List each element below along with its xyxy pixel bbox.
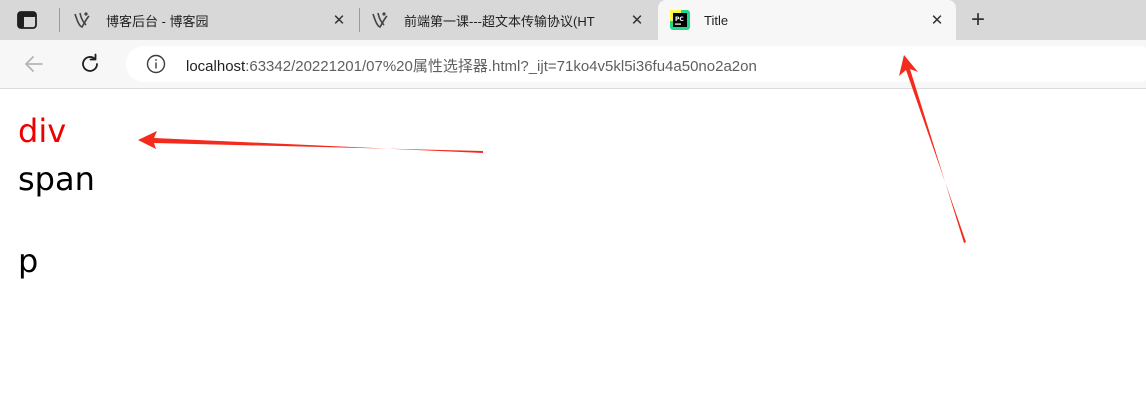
- page-content: div span p: [0, 89, 1146, 415]
- close-tab-icon[interactable]: ✕: [330, 11, 348, 29]
- p-element: p: [18, 242, 39, 280]
- tab-title: Title: [704, 12, 729, 28]
- back-arrow-icon[interactable]: [22, 52, 46, 76]
- tab-blog-admin[interactable]: 博客后台 - 博客园 ✕: [72, 0, 358, 40]
- address-bar[interactable]: localhost:63342/20221201/07%20属性选择器.html…: [126, 46, 1146, 82]
- browser-toolbar: localhost:63342/20221201/07%20属性选择器.html…: [0, 40, 1146, 89]
- reload-icon[interactable]: [78, 52, 102, 76]
- close-tab-icon[interactable]: ✕: [928, 11, 946, 29]
- tab-http-lesson[interactable]: 前端第一课---超文本传输协议(HT ✕: [370, 0, 656, 40]
- svg-text:PC: PC: [675, 16, 684, 23]
- tab-strip: 博客后台 - 博客园 ✕ 前端第一课---超文本传输协议(HT ✕ PC Tit…: [0, 0, 1146, 40]
- div-element: div: [18, 112, 67, 150]
- tab-title-page[interactable]: PC Title ✕: [658, 0, 956, 40]
- pycharm-icon: PC: [670, 10, 690, 30]
- site-info-icon[interactable]: [146, 54, 166, 74]
- url-host: localhost: [186, 58, 246, 75]
- tab-separator: [359, 8, 360, 32]
- sidebar-toggle-icon[interactable]: [16, 10, 38, 30]
- tab-title: 博客后台 - 博客园: [106, 13, 209, 29]
- span-element: span: [18, 160, 95, 198]
- close-tab-icon[interactable]: ✕: [628, 11, 646, 29]
- url-text[interactable]: localhost:63342/20221201/07%20属性选择器.html…: [186, 55, 757, 76]
- url-path: :63342/20221201/07%20属性选择器.html?_ijt=71k…: [245, 58, 757, 75]
- new-tab-button[interactable]: +: [963, 6, 993, 34]
- tab-title: 前端第一课---超文本传输协议(HT: [404, 13, 595, 29]
- cnblogs-icon: [372, 12, 388, 28]
- tab-separator: [59, 8, 60, 32]
- cnblogs-icon: [74, 12, 90, 28]
